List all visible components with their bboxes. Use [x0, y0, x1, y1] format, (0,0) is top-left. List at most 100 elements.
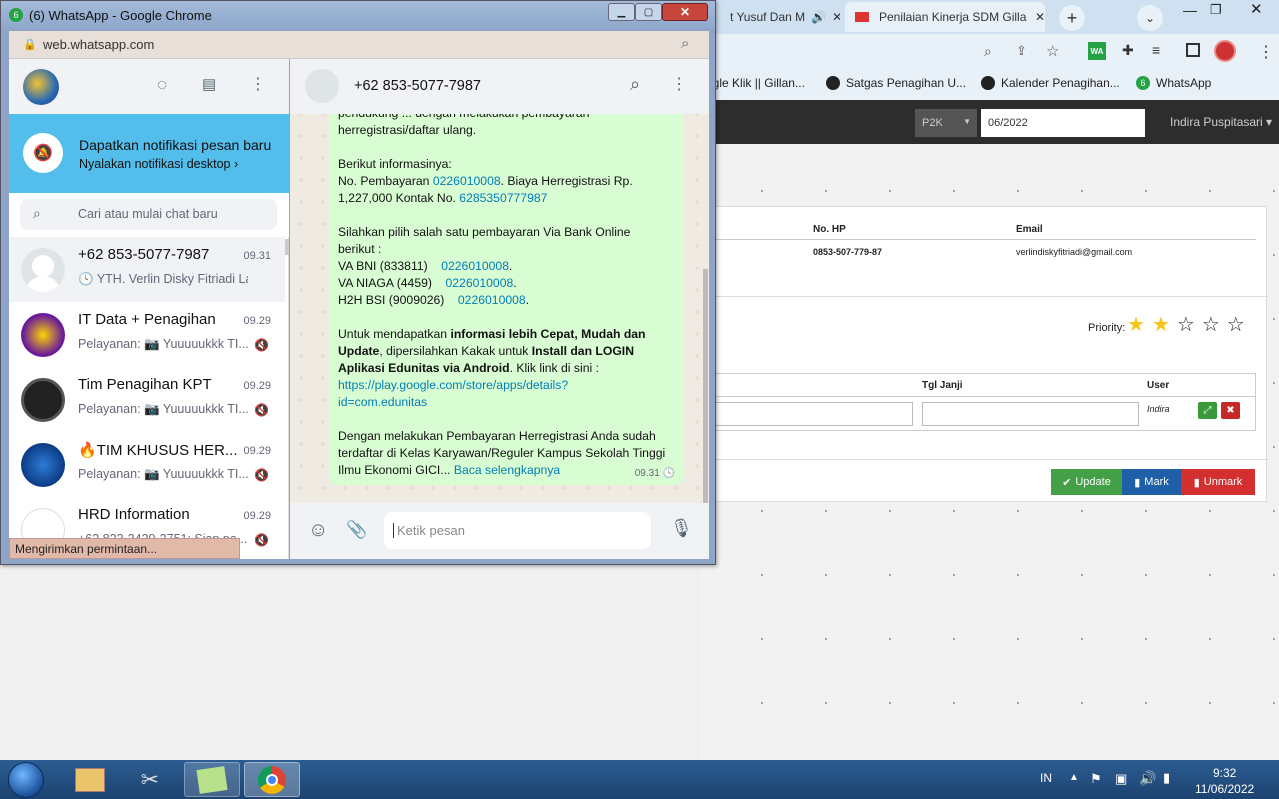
chat-item[interactable]: 🔥TIM KHUSUS HER... 09.29 Pelayanan: 📷 Yu… — [9, 432, 285, 497]
bookmark-3[interactable]: Kalender Penagihan... — [981, 76, 1120, 90]
volume-icon[interactable]: 🔊 — [1139, 770, 1156, 787]
menu-dots-icon[interactable]: ⋮ — [671, 74, 687, 94]
expand-button[interactable]: ⤢ — [1198, 402, 1217, 419]
avatar[interactable] — [1214, 40, 1236, 62]
payment-number-link[interactable]: 0226010008 — [433, 174, 501, 188]
zoom-icon[interactable]: ⌕ — [681, 35, 689, 52]
emoji-icon[interactable]: ☺ — [308, 519, 328, 542]
language-indicator[interactable]: IN — [1040, 771, 1052, 785]
notification-link[interactable]: Nyalakan notifikasi desktop › — [79, 157, 238, 171]
mark-button[interactable]: ▮ Mark — [1122, 469, 1181, 495]
user-cell: Indira — [1147, 404, 1170, 414]
bg-tab-2-label: Penilaian Kinerja SDM Gilla — [879, 10, 1027, 24]
bookmark-2[interactable]: Satgas Penagihan U... — [826, 76, 966, 90]
new-chat-icon[interactable]: ▤ — [202, 75, 216, 93]
unmark-button[interactable]: ▮ Unmark — [1181, 469, 1255, 495]
bookmark-3-label: Kalender Penagihan... — [1001, 76, 1120, 90]
star-filled-icon[interactable]: ★ — [1127, 312, 1145, 337]
msg-line: Aplikasi Edunitas via Android. Klik link… — [338, 360, 675, 377]
msg-line: pendukung ... dengan melakukan pembayara… — [338, 113, 590, 120]
clock-time[interactable]: 9:32 — [1213, 766, 1236, 780]
bg-tab-2[interactable]: Penilaian Kinerja SDM Gilla ✕ — [845, 2, 1045, 32]
msg-text: Untuk mendapatkan — [338, 327, 451, 341]
minimize-icon[interactable]: — — [1183, 2, 1197, 18]
search-icon[interactable]: ⌕ — [630, 74, 640, 95]
message-input[interactable]: Ketik pesan — [384, 512, 651, 549]
contact-number-link[interactable]: 6285350777987 — [459, 191, 547, 205]
tgl-janji-input[interactable] — [922, 402, 1139, 426]
star-empty-icon[interactable]: ☆ — [1227, 312, 1245, 337]
close-icon[interactable]: ✕ — [832, 10, 840, 24]
bg-tab-1[interactable]: t Yusuf Dan M 🔊 ✕ — [730, 2, 840, 32]
msg-bold: Update — [338, 344, 380, 358]
status-icon[interactable]: ◌ — [157, 75, 167, 95]
new-tab-button[interactable]: + — [1059, 5, 1085, 31]
tab-search-icon[interactable]: ⌄ — [1137, 5, 1163, 31]
notification-banner[interactable]: 🔕 Dapatkan notifikasi pesan baru Nyalaka… — [9, 114, 289, 193]
snipping-taskbar-button[interactable]: ✂ — [122, 762, 178, 797]
search-input[interactable]: ⌕ Cari atau mulai chat baru — [20, 199, 277, 230]
bookmark-4[interactable]: 6 WhatsApp — [1136, 76, 1211, 90]
update-button[interactable]: ✔ Update — [1051, 469, 1122, 495]
tray-expand-icon[interactable]: ▲ — [1069, 772, 1079, 783]
attach-icon[interactable]: 📎 — [346, 520, 367, 540]
share-icon[interactable]: ⇪ — [1016, 43, 1027, 59]
scrollbar[interactable] — [285, 239, 289, 255]
media-queue-icon[interactable]: ≡ — [1152, 42, 1160, 58]
bookmark-star-icon[interactable]: ☆ — [1046, 42, 1059, 60]
whatsapp-extension-icon[interactable]: WA — [1088, 42, 1106, 60]
action-center-icon[interactable]: ⚑ — [1090, 771, 1102, 787]
va-niaga-link[interactable]: 0226010008 — [445, 276, 513, 290]
chat-item[interactable]: IT Data + Penagihan 09.29 Pelayanan: 📷 Y… — [9, 302, 285, 367]
whatsapp-icon: 6 — [9, 8, 23, 22]
chrome-taskbar-button[interactable] — [244, 762, 300, 797]
window-title: (6) WhatsApp - Google Chrome — [29, 8, 212, 23]
lock-icon[interactable]: 🔒 — [23, 38, 37, 51]
scrollbar[interactable] — [703, 269, 708, 503]
battery-icon[interactable]: ▮ — [1163, 770, 1170, 786]
conversation-header[interactable]: +62 853-5077-7987 ⌕ ⋮ — [290, 59, 709, 114]
sticky-taskbar-button[interactable] — [184, 762, 240, 797]
chrome-icon — [258, 765, 286, 794]
bookmark-1[interactable]: ogle Klik || Gillan... — [706, 76, 805, 90]
extensions-icon[interactable]: ✚ — [1122, 42, 1134, 59]
close-window-icon[interactable]: ✕ — [1250, 0, 1263, 18]
close-button[interactable]: ✕ — [662, 3, 708, 21]
read-more-link[interactable]: Baca selengkapnya — [454, 463, 560, 477]
minimize-button[interactable]: ▁ — [608, 3, 635, 21]
program-select[interactable]: P2K ▼ — [915, 109, 977, 137]
h2h-bsi-link[interactable]: 0226010008 — [458, 293, 526, 307]
star-filled-icon[interactable]: ★ — [1152, 312, 1170, 337]
address-bar[interactable]: 🔒 web.whatsapp.com ⌕ — [9, 31, 709, 59]
star-empty-icon[interactable]: ☆ — [1177, 312, 1195, 337]
zoom-icon[interactable]: ⌕ — [984, 43, 992, 60]
menu-dots-icon[interactable]: ⋮ — [250, 74, 266, 94]
va-bni-link[interactable]: 0226010008 — [441, 259, 509, 273]
maximize-button[interactable]: ▢ — [635, 3, 662, 21]
chat-item[interactable]: +62 853-5077-7987 09.31 🕓 YTH. Verlin Di… — [9, 237, 285, 302]
play-store-link-cont[interactable]: id=com.edunitas — [338, 395, 427, 409]
clock-date[interactable]: 11/06/2022 — [1195, 782, 1254, 796]
play-store-link[interactable]: https://play.google.com/store/apps/detai… — [338, 378, 568, 392]
close-icon[interactable]: ✕ — [1035, 10, 1045, 24]
delete-button[interactable]: ✖ — [1221, 402, 1240, 419]
clock-icon: 🕓 — [78, 272, 97, 286]
restore-icon[interactable]: ❐ — [1210, 2, 1222, 18]
side-panel-icon[interactable] — [1186, 43, 1200, 57]
keterangan-input[interactable] — [701, 402, 913, 426]
microphone-icon[interactable]: 🎙 — [670, 518, 693, 539]
explorer-taskbar-button[interactable] — [62, 762, 118, 797]
start-button[interactable] — [8, 762, 44, 798]
period-input[interactable]: 06/2022 — [981, 109, 1145, 137]
star-empty-icon[interactable]: ☆ — [1202, 312, 1220, 337]
divider — [701, 459, 1268, 460]
menu-dots-icon[interactable]: ⋮ — [1258, 42, 1274, 62]
chat-name: IT Data + Penagihan — [78, 311, 216, 328]
user-menu[interactable]: Indira Puspitasari ▾ — [1170, 115, 1272, 129]
chat-item[interactable]: Tim Penagihan KPT 09.29 Pelayanan: 📷 Yuu… — [9, 367, 285, 432]
network-icon[interactable]: ▣ — [1115, 771, 1127, 787]
priority-stars[interactable]: ★ ★ ☆ ☆ ☆ — [1127, 312, 1245, 337]
status-text: Mengirimkan permintaan... — [15, 542, 158, 556]
bg-toolbar: ⌕ ⇪ ☆ WA ✚ ≡ ⋮ — [700, 34, 1279, 70]
avatar[interactable] — [23, 69, 59, 105]
